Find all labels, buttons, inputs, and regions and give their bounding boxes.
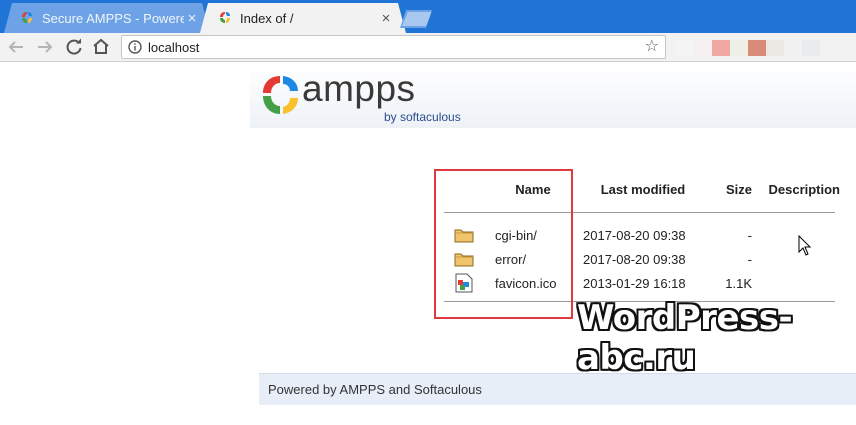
address-text[interactable]: localhost bbox=[148, 40, 199, 55]
size-column-header[interactable]: Size bbox=[708, 177, 752, 201]
forward-arrow-icon[interactable] bbox=[33, 35, 57, 59]
address-bar[interactable]: localhost ☆ bbox=[121, 35, 666, 59]
mouse-cursor-icon bbox=[798, 235, 812, 256]
tab-title: Index of / bbox=[240, 10, 294, 26]
ampps-favicon-icon bbox=[218, 11, 232, 25]
modified-cell: 2013-01-29 16:18 bbox=[583, 275, 686, 291]
back-arrow-icon[interactable] bbox=[4, 35, 28, 59]
tab-title: Secure AMPPS - Powered bbox=[42, 10, 184, 26]
ampps-logo-text: ampps bbox=[302, 68, 416, 109]
description-cell bbox=[752, 271, 840, 295]
ampps-logo-subtitle: by softaculous bbox=[384, 110, 461, 124]
size-cell: - bbox=[747, 251, 752, 267]
ampps-favicon-icon bbox=[20, 11, 34, 25]
extension-icon[interactable] bbox=[730, 39, 748, 56]
size-cell: 1.1K bbox=[725, 275, 752, 291]
extension-icon[interactable] bbox=[766, 39, 784, 56]
extension-icon[interactable] bbox=[676, 39, 694, 56]
reload-icon[interactable] bbox=[62, 35, 86, 59]
modified-cell: 2017-08-20 09:38 bbox=[583, 227, 686, 243]
star-icon[interactable]: ☆ bbox=[645, 38, 659, 56]
description-cell bbox=[752, 223, 840, 247]
extension-icons bbox=[676, 33, 856, 62]
new-tab-shape bbox=[402, 12, 432, 26]
tab-index-of[interactable]: Index of / × bbox=[200, 3, 406, 33]
watermark: WordPress-abc.ru bbox=[577, 298, 793, 378]
tab-strip: Secure AMPPS - Powered × Index of / × bbox=[0, 0, 856, 33]
extension-icon[interactable] bbox=[712, 39, 730, 56]
info-icon[interactable] bbox=[128, 40, 142, 54]
footer-text: Powered by AMPPS and Softaculous bbox=[268, 382, 482, 397]
extension-icon[interactable] bbox=[694, 39, 712, 56]
browser-toolbar: localhost ☆ bbox=[0, 33, 856, 62]
modified-cell: 2017-08-20 09:38 bbox=[583, 251, 686, 267]
extension-icon[interactable] bbox=[784, 39, 802, 56]
close-icon[interactable]: × bbox=[184, 10, 200, 27]
description-column-header[interactable]: Description bbox=[752, 177, 840, 201]
close-icon[interactable]: × bbox=[378, 10, 394, 27]
description-cell bbox=[752, 247, 840, 271]
extension-icon[interactable] bbox=[802, 39, 820, 56]
new-tab-button[interactable] bbox=[400, 10, 434, 28]
home-icon[interactable] bbox=[89, 35, 113, 59]
extension-icon[interactable] bbox=[820, 39, 838, 56]
extension-icon[interactable] bbox=[748, 39, 766, 56]
ampps-logo-icon bbox=[263, 76, 298, 114]
size-cell: - bbox=[747, 227, 752, 243]
tab-secure-ampps[interactable]: Secure AMPPS - Powered × bbox=[4, 3, 210, 33]
ampps-header: ampps by softaculous bbox=[250, 64, 856, 128]
last-modified-column-header[interactable]: Last modified bbox=[578, 177, 708, 201]
highlight-box bbox=[434, 169, 573, 319]
